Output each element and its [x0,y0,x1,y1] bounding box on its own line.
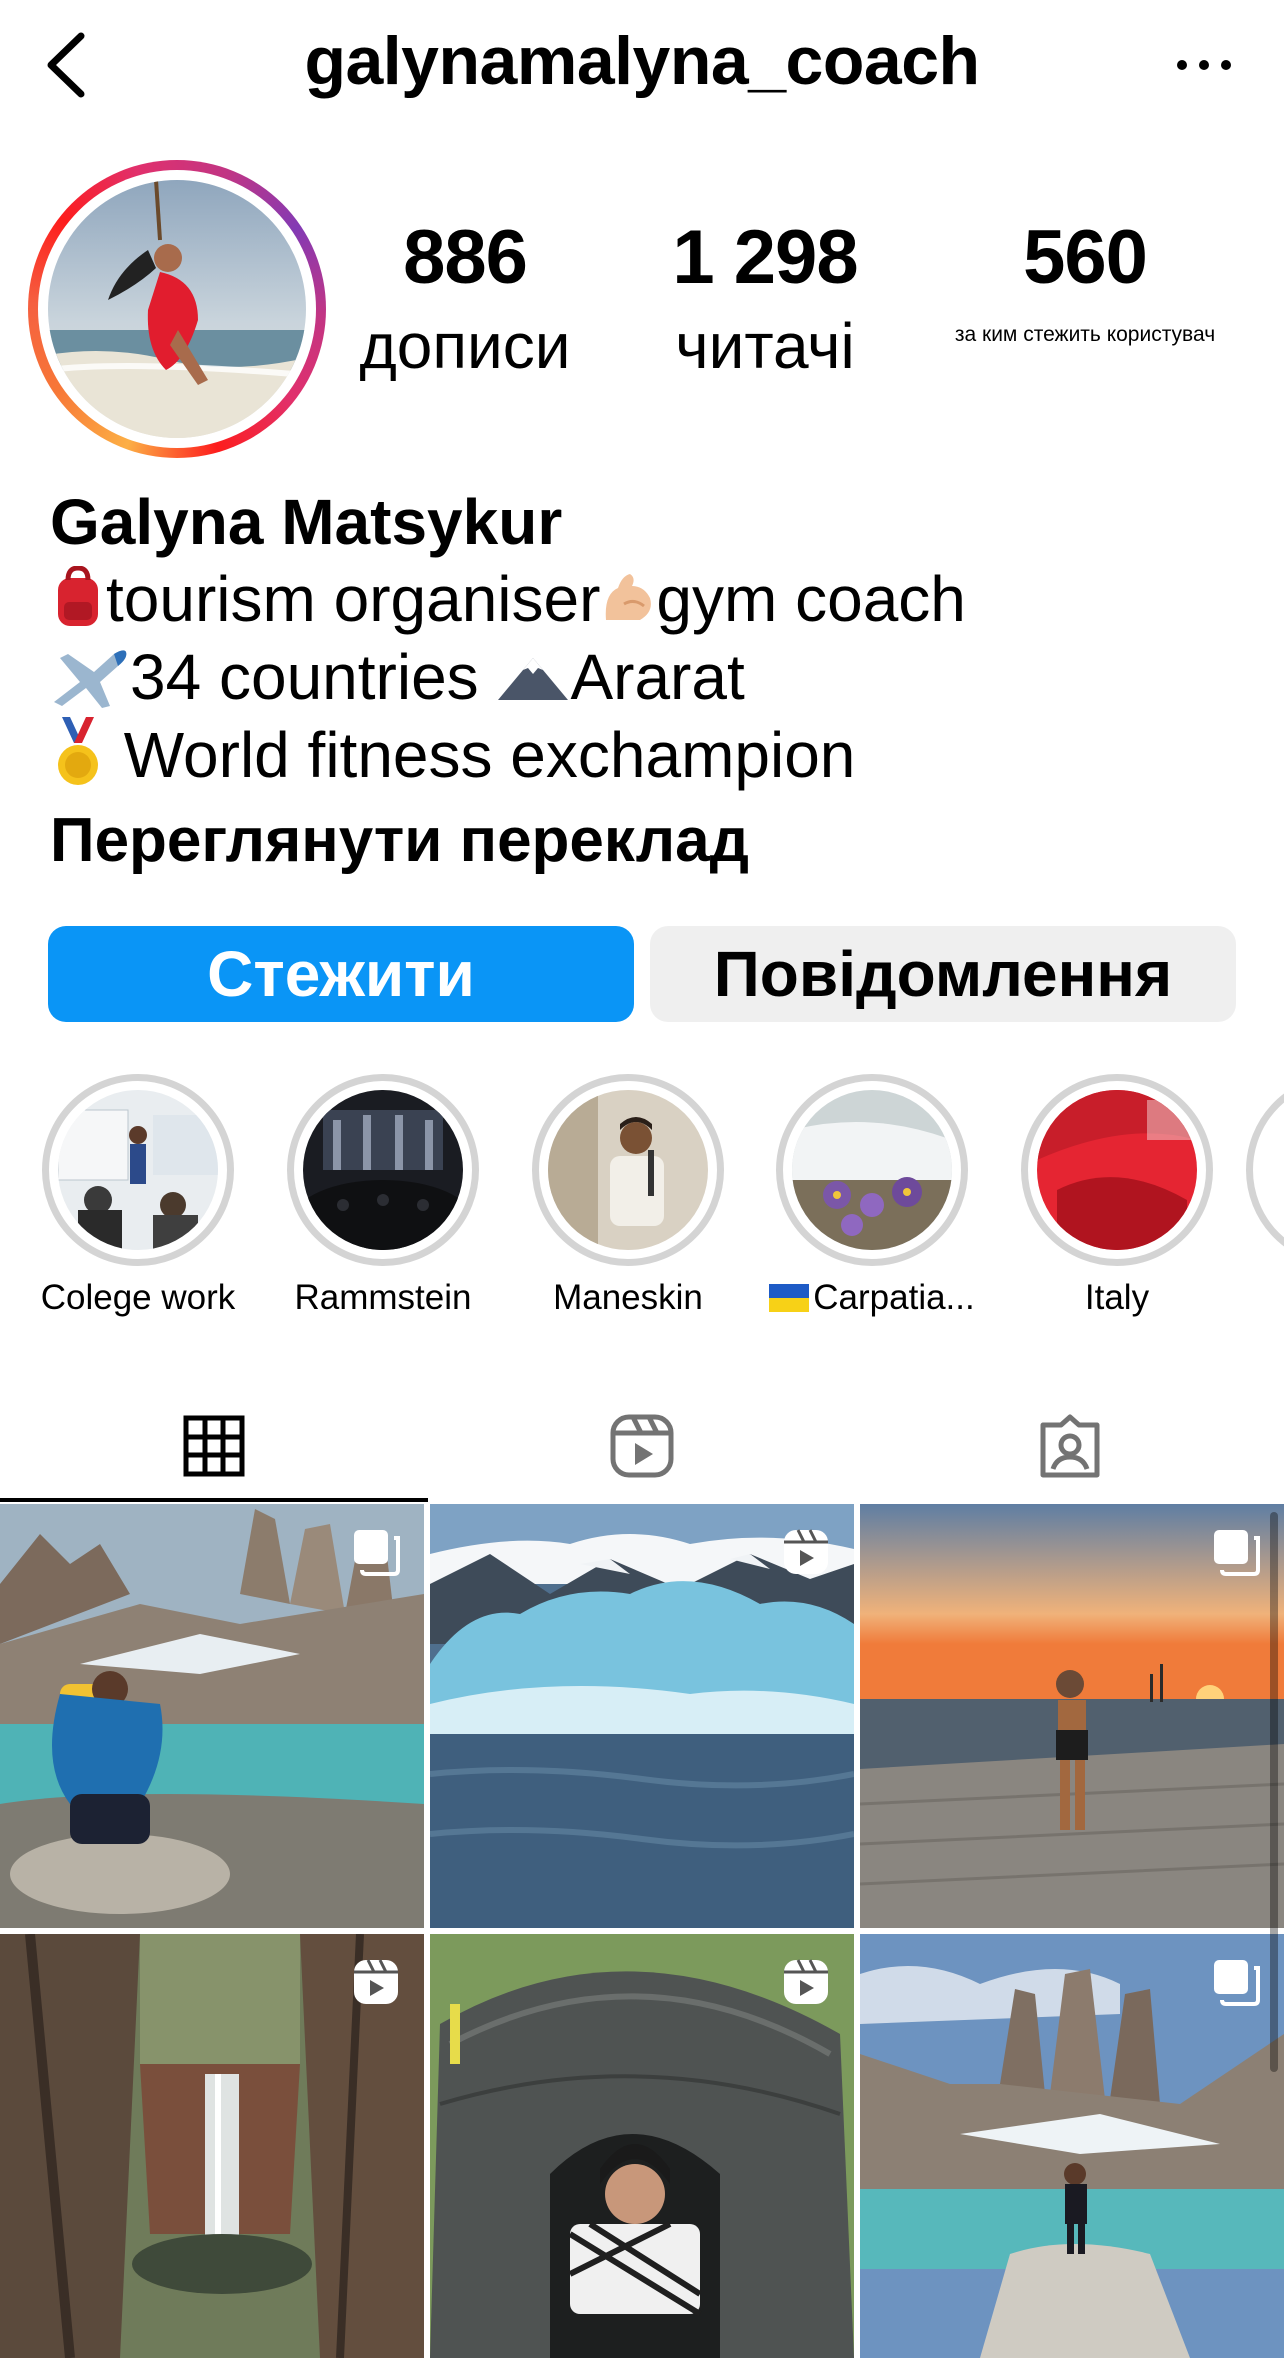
highlight-partial[interactable] [1246,1074,1284,1266]
highlight-label: Colege work [40,1278,236,1317]
posts-count-label: дописи [359,310,571,382]
profile-tabs [0,1390,1284,1502]
posts-count-value: 886 [403,215,528,300]
ellipsis-icon [1177,60,1231,70]
highlight-carpathians[interactable]: Carpatia... [756,1074,988,1318]
tab-posts-grid[interactable] [0,1390,428,1502]
highlight-cover [548,1090,708,1250]
highlight-cover [58,1090,218,1250]
following-count-value: 560 [1023,215,1148,300]
scrollbar[interactable] [1270,1512,1278,2072]
ukraine-flag-icon [769,1284,810,1312]
followers-count-label: читачі [675,310,855,382]
following-count[interactable]: 560 за ким стежить користувач [930,215,1240,346]
avatar [48,180,306,438]
post-tile[interactable] [430,1504,854,1928]
reel-badge-icon [784,1529,828,1574]
profile-stats: 886 дописи 1 298 читачі 560 за ким стежи… [330,220,1260,400]
highlight-maneskin[interactable]: Maneskin [512,1074,744,1318]
highlight-italy[interactable]: Italy [1001,1074,1233,1318]
highlight-rammstein[interactable]: Rammstein [267,1074,499,1318]
highlight-cover [1037,1090,1197,1250]
following-count-label: за ким стежить користувач [954,323,1216,346]
reel-badge-icon [354,1959,398,2004]
highlight-label: Rammstein [294,1278,472,1317]
carousel-icon [1214,1530,1261,1576]
post-tile[interactable] [860,1934,1284,2358]
more-options-button[interactable] [1154,30,1254,100]
flexed-biceps-icon [606,574,652,621]
post-tile[interactable] [860,1504,1284,1928]
reel-badge-icon [784,1959,828,2004]
message-button[interactable]: Повідомлення [650,926,1236,1022]
post-tile[interactable] [0,1934,424,2358]
bio-line-1-part-1: tourism organiser [106,563,601,635]
backpack-icon [58,566,98,627]
avatar-story-ring[interactable] [28,160,326,458]
medal-icon [58,717,98,786]
profile-bio: Galyna Matsykur tourism organiser gym co… [50,484,1250,886]
bio-line-3-text: World fitness exchampion [106,719,856,791]
carousel-icon [1214,1960,1261,2006]
tab-tagged[interactable] [856,1390,1284,1502]
highlight-cover [303,1090,463,1250]
followers-count[interactable]: 1 298 читачі [630,215,900,382]
mountain-icon [498,658,569,701]
bio-line-3: World fitness exchampion [50,716,1250,794]
grid-icon [183,1415,245,1477]
bio-line-2: 34 countries Ararat [50,638,1250,716]
reels-icon [610,1414,674,1478]
bio-line-1: tourism organiser gym coach [50,560,1250,638]
carousel-icon [354,1530,401,1576]
highlight-label: Maneskin [553,1278,703,1317]
bio-line-1-part-2: gym coach [656,563,966,635]
profile-username: galynamalyna_coach [304,23,980,99]
posts-count[interactable]: 886 дописи [330,215,600,382]
profile-full-name: Galyna Matsykur [50,486,563,558]
airplane-icon [54,650,127,709]
bio-line-2-part-1: 34 countries [130,641,497,713]
profile-header: galynamalyna_coach [0,0,1284,140]
highlight-cover [792,1090,952,1250]
tagged-icon [1040,1414,1100,1478]
highlight-label: Carpatia... [756,1278,988,1318]
tab-reels[interactable] [428,1390,856,1502]
post-tile[interactable] [0,1504,424,1928]
see-translation-link[interactable]: Переглянути переклад [50,796,1250,886]
highlight-colege-work[interactable]: Colege work [22,1074,254,1318]
highlight-label-text: Carpatia... [813,1278,975,1317]
followers-count-value: 1 298 [672,215,858,300]
bio-line-2-part-2: Ararat [570,641,745,713]
follow-button[interactable]: Стежити [48,926,634,1022]
post-tile[interactable] [430,1934,854,2358]
highlight-label: Italy [1084,1278,1150,1317]
story-highlights: Colege work Rammstein Maneskin Carpatia.… [0,1074,1284,1334]
